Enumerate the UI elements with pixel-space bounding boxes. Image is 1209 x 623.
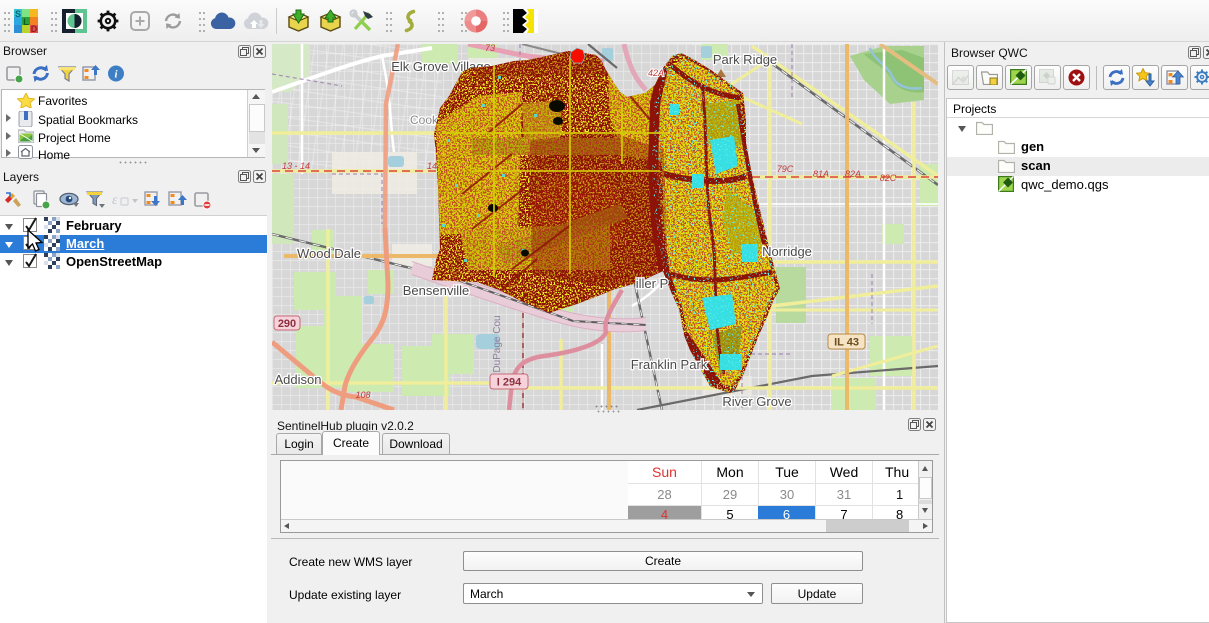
svg-text:I 294: I 294 bbox=[497, 377, 522, 389]
svg-text:D: D bbox=[31, 24, 38, 33]
svg-text:iller P: iller P bbox=[636, 276, 669, 291]
svg-text:79C: 79C bbox=[777, 164, 794, 174]
svg-text:42A: 42A bbox=[648, 68, 664, 78]
svg-text:River Grove: River Grove bbox=[722, 394, 791, 409]
svg-text:82C: 82C bbox=[880, 173, 897, 183]
svg-text:L: L bbox=[23, 17, 29, 27]
svg-text:DuPage Cou: DuPage Cou bbox=[492, 315, 503, 372]
svg-text:Wood Dale: Wood Dale bbox=[297, 246, 361, 261]
svg-text:Bensenville: Bensenville bbox=[403, 283, 470, 298]
svg-text:S: S bbox=[15, 9, 21, 19]
svg-text:81A: 81A bbox=[813, 169, 829, 179]
svg-text:ε: ε bbox=[112, 193, 118, 208]
svg-text:290: 290 bbox=[278, 318, 296, 330]
svg-text:82A: 82A bbox=[845, 169, 861, 179]
svg-text:14: 14 bbox=[427, 161, 437, 171]
svg-text:Norridge: Norridge bbox=[762, 244, 812, 259]
svg-text:Franklin Park: Franklin Park bbox=[631, 357, 708, 372]
svg-text:13 - 14: 13 - 14 bbox=[282, 161, 310, 171]
svg-text:Addison: Addison bbox=[275, 372, 322, 387]
svg-text:108: 108 bbox=[355, 390, 370, 400]
svg-text:IL 43: IL 43 bbox=[834, 337, 859, 349]
svg-text:Park Ridge: Park Ridge bbox=[713, 52, 777, 67]
svg-text:Cook: Cook bbox=[410, 113, 439, 127]
